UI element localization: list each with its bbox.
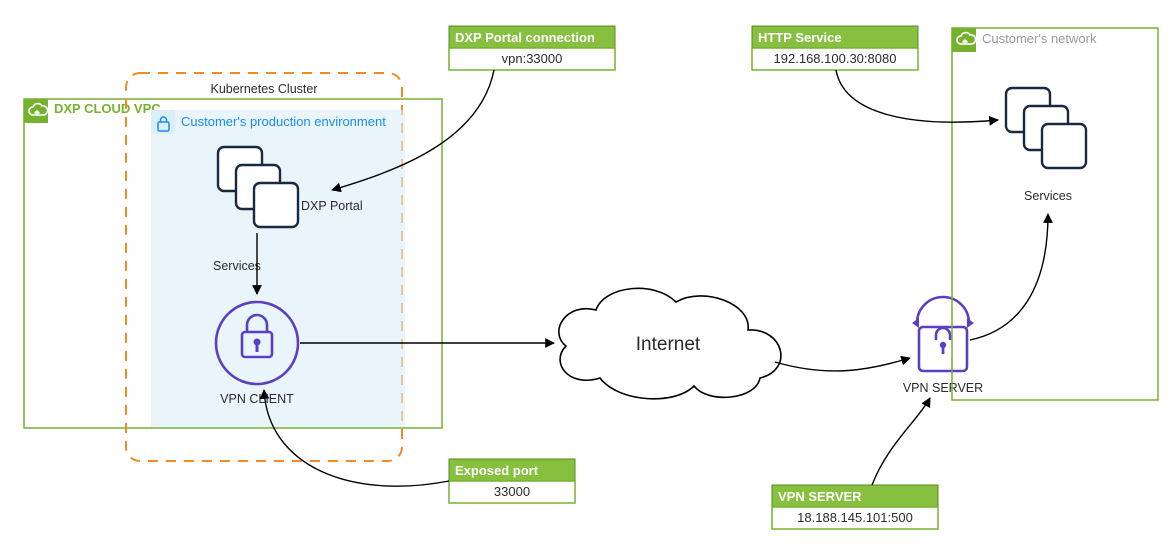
internet-label: Internet bbox=[636, 334, 701, 355]
services-label-left: Services bbox=[213, 259, 261, 273]
customer-network-box: Customer's network bbox=[952, 28, 1158, 400]
arrow-callout-http-service bbox=[836, 70, 998, 122]
callout-exposed-port-title: Exposed port bbox=[455, 463, 539, 478]
services-label-right: Services bbox=[1024, 189, 1072, 203]
callout-dxp-portal-value: vpn:33000 bbox=[502, 51, 563, 66]
internet-cloud-icon: Internet bbox=[559, 288, 781, 398]
callout-exposed-port-value: 33000 bbox=[494, 484, 530, 499]
callout-http-service-title: HTTP Service bbox=[758, 30, 842, 45]
services-stack-icon: Services bbox=[1006, 88, 1086, 203]
customer-production-env-title: Customer's production environment bbox=[181, 114, 386, 129]
arrow-internet-to-vpnserver bbox=[775, 358, 910, 371]
dxp-cloud-vpc-title: DXP CLOUD VPC bbox=[54, 101, 161, 116]
callout-vpn-server: VPN SERVER 18.188.145.101:500 bbox=[772, 485, 938, 529]
vpn-server-label: VPN SERVER bbox=[903, 381, 983, 395]
callout-http-service: HTTP Service 192.168.100.30:8080 bbox=[752, 26, 918, 70]
arrow-vpnserver-to-services bbox=[970, 214, 1048, 340]
callout-exposed-port: Exposed port 33000 bbox=[449, 459, 575, 503]
dxp-portal-label: DXP Portal bbox=[301, 199, 363, 213]
callout-vpn-server-value: 18.188.145.101:500 bbox=[797, 510, 913, 525]
vpn-server-icon: VPN SERVER bbox=[903, 297, 983, 395]
callout-http-service-value: 192.168.100.30:8080 bbox=[774, 51, 897, 66]
callout-dxp-portal-title: DXP Portal connection bbox=[455, 30, 595, 45]
callout-dxp-portal-connection: DXP Portal connection vpn:33000 bbox=[449, 26, 615, 70]
kubernetes-cluster-label: Kubernetes Cluster bbox=[210, 82, 317, 96]
arrow-callout-vpn-server bbox=[872, 398, 930, 485]
callout-vpn-server-title: VPN SERVER bbox=[778, 489, 862, 504]
vpn-client-label: VPN CLIENT bbox=[220, 392, 294, 406]
customer-network-title: Customer's network bbox=[982, 31, 1097, 46]
